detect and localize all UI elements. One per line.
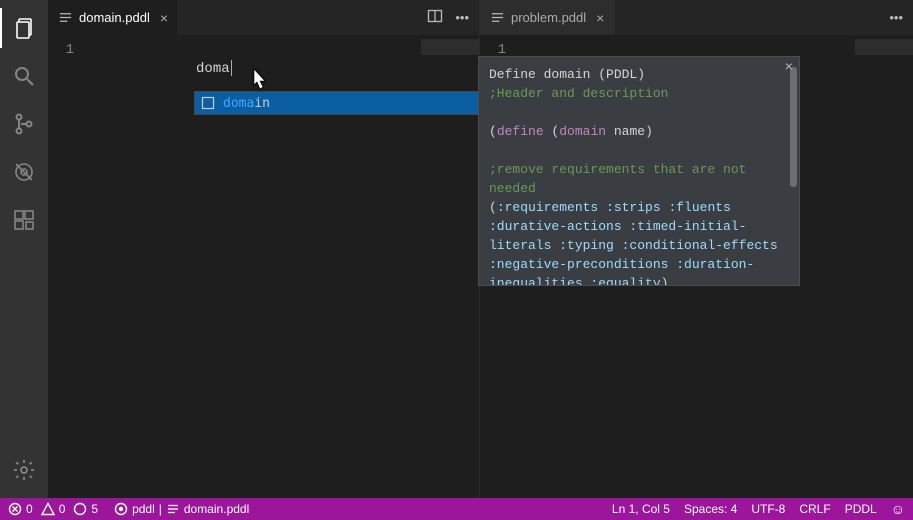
minimap-viewport[interactable] <box>421 39 479 55</box>
status-errors[interactable]: 0 <box>8 502 33 516</box>
file-icon <box>166 502 180 516</box>
typed-text: doma <box>196 61 230 77</box>
minimap-viewport[interactable] <box>855 39 913 55</box>
suggest-docs: × Define domain (PDDL) ;Header and descr… <box>478 56 800 286</box>
close-icon[interactable]: × <box>596 10 604 26</box>
tab-problem[interactable]: problem.pddl × <box>480 0 615 35</box>
editor-pane-left: domain.pddl × ••• 1 doma <box>48 0 480 498</box>
tab-bar-left: domain.pddl × ••• <box>48 0 479 35</box>
doc-line: ;remove requirements that are not needed <box>489 160 789 198</box>
doc-line: (:requirements :strips :fluents :durativ… <box>489 198 789 286</box>
activity-bar <box>0 0 48 498</box>
line-number: 1 <box>48 41 74 60</box>
status-language[interactable]: PDDL <box>845 502 877 516</box>
status-eol[interactable]: CRLF <box>799 502 830 516</box>
debug-icon[interactable] <box>0 152 48 192</box>
file-icon <box>58 10 73 25</box>
more-icon[interactable]: ••• <box>889 10 903 25</box>
explorer-icon[interactable] <box>0 8 48 48</box>
gutter: 1 <box>48 35 92 60</box>
tab-label: problem.pddl <box>511 10 586 25</box>
suggest-item[interactable]: domain <box>195 92 523 114</box>
extensions-icon[interactable] <box>0 200 48 240</box>
doc-line: (define (domain name) <box>489 122 789 141</box>
tab-bar-right: problem.pddl × ••• <box>480 0 913 35</box>
gear-icon[interactable] <box>0 450 48 490</box>
doc-line: ;Header and description <box>489 84 789 103</box>
status-bar: 0 0 5 pddl | domain.pddl Ln 1, Col 5 Spa… <box>0 498 913 520</box>
search-icon[interactable] <box>0 56 48 96</box>
status-language-hint[interactable]: pddl | domain.pddl <box>114 502 249 516</box>
more-icon[interactable]: ••• <box>455 10 469 25</box>
snippet-icon <box>201 96 215 110</box>
suggest-label: domain <box>223 96 270 111</box>
status-infos[interactable]: 5 <box>73 502 98 516</box>
code-line[interactable]: doma <box>112 41 232 98</box>
suggest-widget[interactable]: domain <box>194 91 524 115</box>
split-editor-icon[interactable] <box>427 8 443 27</box>
status-warnings[interactable]: 0 <box>41 502 66 516</box>
status-encoding[interactable]: UTF-8 <box>751 502 785 516</box>
doc-title: Define domain (PDDL) <box>489 65 789 84</box>
feedback-icon[interactable]: ☺ <box>891 501 905 517</box>
tab-label: domain.pddl <box>79 10 150 25</box>
tab-domain[interactable]: domain.pddl × <box>48 0 179 35</box>
status-indent[interactable]: Spaces: 4 <box>684 502 737 516</box>
status-cursor[interactable]: Ln 1, Col 5 <box>612 502 670 516</box>
source-control-icon[interactable] <box>0 104 48 144</box>
editor-body-left[interactable]: 1 doma domain <box>48 35 479 498</box>
file-icon <box>490 10 505 25</box>
scrollbar-thumb[interactable] <box>790 67 797 187</box>
text-cursor <box>231 60 232 76</box>
close-icon[interactable]: × <box>160 10 168 26</box>
